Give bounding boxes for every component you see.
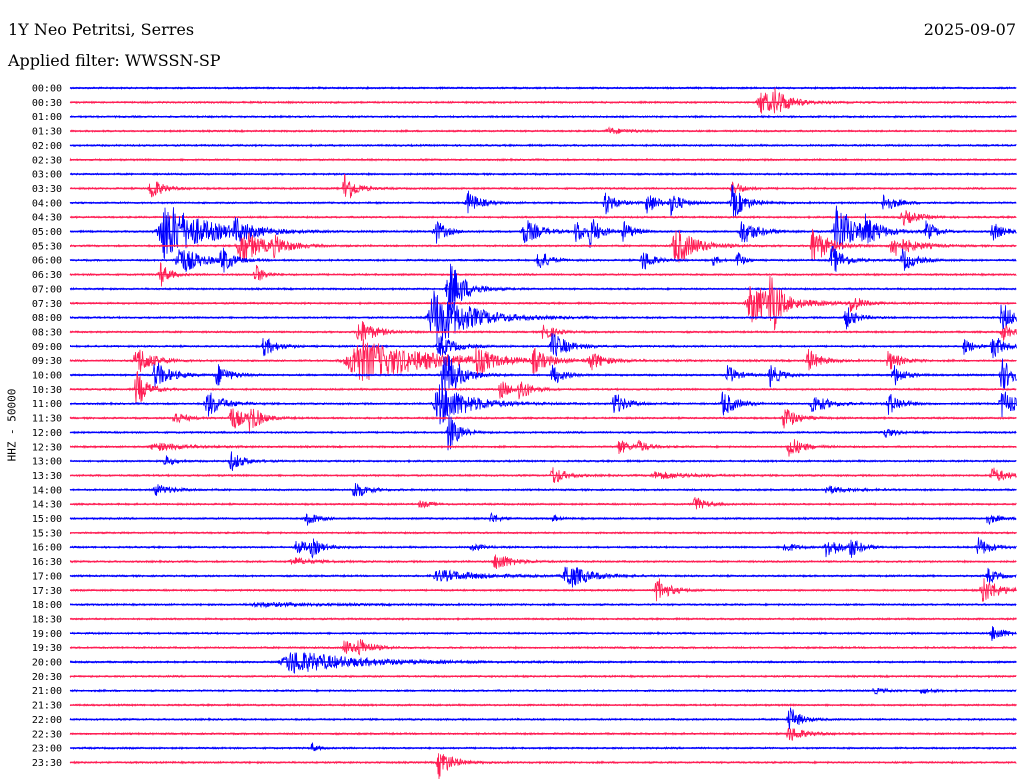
trace-row: [69, 566, 1017, 588]
time-tick-label: 21:30: [32, 701, 62, 712]
trace-row: [69, 371, 1017, 404]
time-tick-label: 08:30: [32, 327, 62, 338]
time-tick-label: 23:30: [32, 758, 62, 769]
time-tick-label: 06:00: [32, 256, 62, 267]
time-tick-label: 05:30: [32, 241, 62, 252]
time-tick-label: 07:00: [32, 284, 62, 295]
time-tick-label: 17:30: [32, 586, 62, 597]
time-tick-label: 13:30: [32, 471, 62, 482]
time-tick-label: 19:30: [32, 643, 62, 654]
trace-row: [69, 173, 1017, 199]
time-tick-label: 23:00: [32, 744, 62, 755]
trace-row: [69, 321, 1017, 342]
trace-row: [69, 263, 1017, 318]
time-tick-label: 13:00: [32, 457, 62, 468]
time-tick-label: 03:00: [32, 170, 62, 181]
trace-row: [69, 742, 1017, 752]
trace-row: [70, 651, 1017, 674]
time-tick-label: 06:30: [32, 270, 62, 281]
time-tick-label: 16:30: [32, 557, 62, 568]
time-tick-label: 20:00: [32, 658, 62, 669]
time-tick-label: 16:00: [32, 543, 62, 554]
trace-row: [69, 639, 1017, 656]
trace-row: [69, 439, 1017, 457]
time-tick-label: 03:30: [32, 184, 62, 195]
time-tick-label: 22:30: [32, 729, 62, 740]
trace-row: [69, 497, 1017, 510]
time-tick-label: 15:30: [32, 528, 62, 539]
trace-row: [69, 512, 1017, 526]
time-tick-label: 07:30: [32, 299, 62, 310]
trace-row: [69, 753, 1017, 780]
time-tick-label: 01:00: [32, 112, 62, 123]
time-tick-label: 12:30: [32, 442, 62, 453]
time-tick-label: 01:30: [32, 127, 62, 138]
trace-row: [69, 87, 1017, 114]
time-tick-label: 19:00: [32, 629, 62, 640]
time-tick-label: 11:30: [32, 414, 62, 425]
time-tick-label: 08:00: [32, 313, 62, 324]
trace-row: [69, 184, 1017, 219]
time-tick-label: 09:30: [32, 356, 62, 367]
time-tick-label: 18:30: [32, 614, 62, 625]
trace-row: [69, 707, 1017, 730]
time-tick-label: 17:00: [32, 571, 62, 582]
trace-row: [69, 245, 1017, 273]
time-tick-label: 14:00: [32, 485, 62, 496]
time-tick-label: 22:00: [32, 715, 62, 726]
time-tick-label: 09:00: [32, 342, 62, 353]
time-tick-label: 04:00: [32, 198, 62, 209]
time-tick-label: 05:00: [32, 227, 62, 238]
time-tick-label: 14:30: [32, 500, 62, 511]
time-tick-label: 00:30: [32, 98, 62, 109]
time-tick-label: 02:00: [32, 141, 62, 152]
time-tick-label: 00:00: [32, 84, 62, 95]
time-tick-label: 20:30: [32, 672, 62, 683]
time-tick-label: 10:00: [32, 371, 62, 382]
time-tick-label: 15:00: [32, 514, 62, 525]
time-tick-label: 18:00: [32, 600, 62, 611]
time-tick-label: 21:00: [32, 686, 62, 697]
time-tick-label: 11:00: [32, 399, 62, 410]
time-tick-label: 04:30: [32, 213, 62, 224]
helicorder-plot: 00:00 00:30 01:00 01:30 02:00 02:30 03:00 03:30…: [32, 84, 1017, 780]
time-tick-label: 12:00: [32, 428, 62, 439]
time-tick-label: 10:30: [32, 385, 62, 396]
time-tick-label: 02:30: [32, 155, 62, 166]
